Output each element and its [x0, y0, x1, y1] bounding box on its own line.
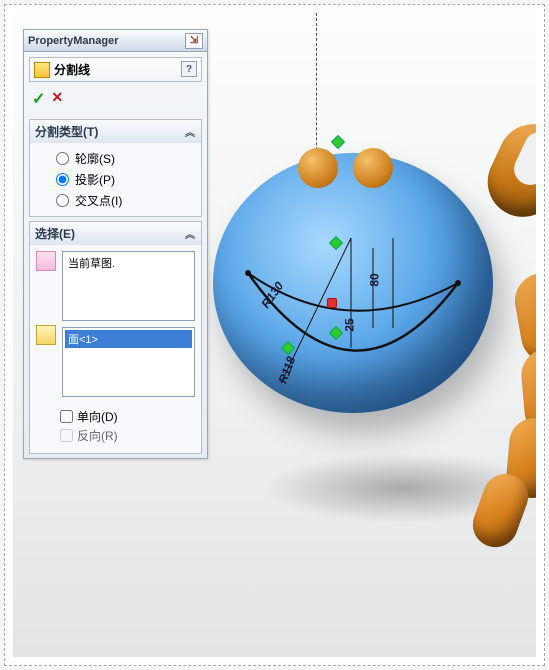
graphics-viewport[interactable]: R130 R118 25 80 PropertyManager ⇲ 分割线 ? …: [13, 13, 536, 657]
face-listbox[interactable]: 面<1>: [62, 327, 195, 397]
model-scene: R130 R118 25 80: [203, 93, 536, 573]
sketch-origin[interactable]: [327, 298, 337, 308]
ok-button[interactable]: ✓: [32, 89, 45, 109]
group-header[interactable]: 分割类型(T) ︽: [30, 120, 201, 143]
checkbox-single-direction[interactable]: 单向(D): [60, 407, 193, 426]
panel-header: PropertyManager ⇲: [24, 30, 207, 52]
panel-title: PropertyManager: [28, 35, 185, 47]
crab-body: [213, 153, 493, 413]
checkbox-reverse[interactable]: 反向(R): [60, 426, 193, 445]
chevron-up-icon: ︽: [185, 226, 195, 241]
feature-title-bar: 分割线 ?: [29, 57, 202, 82]
group-split-type: 分割类型(T) ︽ 轮廓(S) 投影(P) 交叉点(I): [29, 119, 202, 217]
cancel-button[interactable]: ✕: [51, 89, 63, 109]
confirm-row: ✓ ✕: [24, 87, 207, 115]
help-icon[interactable]: ?: [181, 61, 197, 77]
radio-outline[interactable]: 轮廓(S): [38, 148, 193, 169]
app-frame: R130 R118 25 80 PropertyManager ⇲ 分割线 ? …: [4, 4, 545, 666]
group-title: 分割类型(T): [35, 123, 98, 140]
list-item[interactable]: 面<1>: [65, 330, 192, 348]
crab-eye: [353, 148, 393, 188]
crab-eye: [298, 148, 338, 188]
feature-title: 分割线: [54, 61, 90, 78]
split-line-icon: [34, 62, 50, 78]
pin-icon[interactable]: ⇲: [185, 33, 203, 49]
dimension-label[interactable]: 25: [343, 318, 357, 331]
property-manager-panel: PropertyManager ⇲ 分割线 ? ✓ ✕ 分割类型(T) ︽: [23, 29, 208, 459]
group-header[interactable]: 选择(E) ︽: [30, 222, 201, 245]
dimension-label[interactable]: 80: [368, 273, 382, 286]
sketch-listbox[interactable]: 当前草图.: [62, 251, 195, 321]
radio-projection[interactable]: 投影(P): [38, 169, 193, 190]
sketch-point[interactable]: [331, 135, 345, 149]
sketch-selection-icon: [36, 251, 56, 271]
group-title: 选择(E): [35, 225, 75, 242]
crab-claw: [463, 113, 536, 223]
list-item[interactable]: 当前草图.: [65, 254, 192, 272]
radio-intersection[interactable]: 交叉点(I): [38, 190, 193, 211]
face-selection-icon: [36, 325, 56, 345]
group-selection: 选择(E) ︽ 当前草图. 面<1>: [29, 221, 202, 454]
chevron-up-icon: ︽: [185, 124, 195, 139]
